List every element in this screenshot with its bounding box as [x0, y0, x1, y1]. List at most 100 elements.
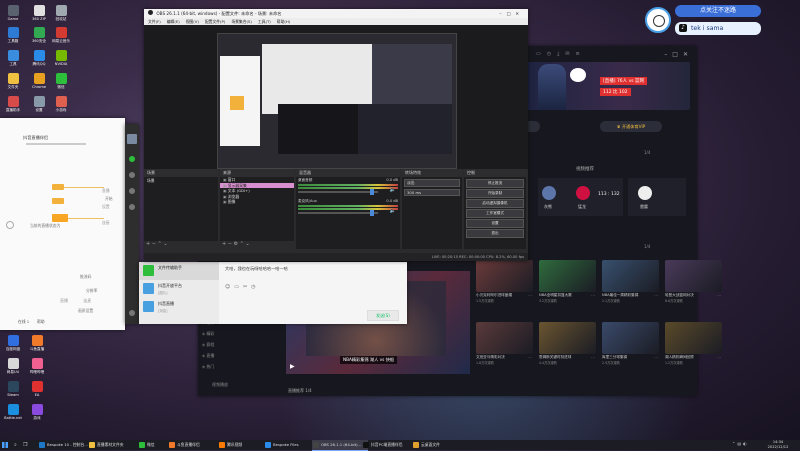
- task-view-icon[interactable]: ❐: [23, 442, 27, 448]
- desktop-icon[interactable]: 哔哩哔哩: [26, 358, 48, 374]
- add-source-icon[interactable]: +: [222, 241, 226, 247]
- desktop-icon[interactable]: 百度网盘: [2, 335, 24, 351]
- video-card[interactable]: ⋯ 哈登大战篮网对决 8.6万次观看: [665, 260, 722, 303]
- obs-menu-item[interactable]: 帮助(H): [277, 19, 290, 24]
- video-card[interactable]: ⋯ 詹姆斯关键时刻进球 4.4万次观看: [539, 322, 596, 365]
- move-down-icon[interactable]: ⌄: [163, 241, 167, 247]
- video-card[interactable]: ⋯ 湖人精彩瞬间回顾 1.2万次观看: [665, 322, 722, 365]
- emoji-icon[interactable]: ☺: [225, 284, 234, 290]
- obs-menu-item[interactable]: 视图(V): [186, 19, 199, 24]
- tv-icon[interactable]: ▭: [536, 51, 547, 57]
- desktop-icon[interactable]: Chrome: [28, 73, 50, 89]
- obs-control-button[interactable]: 退出: [466, 229, 524, 238]
- video-more-icon[interactable]: ⋯: [528, 293, 532, 298]
- video-card[interactable]: ⋯ 小贝克利阿尔进球盖帽 1.5万次观看: [476, 260, 533, 303]
- close-icon[interactable]: ✕: [515, 11, 524, 16]
- flow-node-1[interactable]: [52, 184, 64, 190]
- hero-banner[interactable]: [直播] 76人 vs 篮网 112 比 102: [520, 62, 690, 110]
- desktop-icon[interactable]: 游戏: [26, 404, 48, 420]
- obs-menu-item[interactable]: 工具(T): [258, 19, 271, 24]
- companion-step[interactable]: 设置: [102, 204, 110, 210]
- video-more-icon[interactable]: ⋯: [528, 355, 532, 360]
- desktop-icon[interactable]: 小游戏: [50, 96, 72, 112]
- message-icon[interactable]: ✉: [565, 51, 575, 57]
- folder-icon[interactable]: ▭: [234, 284, 243, 290]
- close-icon[interactable]: ✕: [683, 51, 693, 58]
- transition-duration[interactable]: 300 ms: [404, 189, 460, 196]
- menu-icon[interactable]: ≡: [576, 51, 586, 57]
- flow-node-2[interactable]: [52, 198, 64, 204]
- taskbar-app-button[interactable]: 斗鱼直播伴侣: [168, 440, 224, 450]
- desktop-icon[interactable]: 微信: [50, 73, 72, 89]
- chat-list-item[interactable]: 抖音开放平台 [图片]: [139, 280, 219, 298]
- desktop-icon[interactable]: 腾讯QQ: [28, 50, 50, 66]
- desktop-icon[interactable]: 网易UU: [2, 358, 24, 374]
- footer-live-button[interactable]: 直播: [60, 298, 68, 303]
- sports-sidebar-item[interactable]: ◆ 热门: [202, 361, 242, 372]
- chat-list-item[interactable]: 抖音直播 [消息]: [139, 298, 219, 316]
- send-button[interactable]: 发送(S): [367, 310, 399, 321]
- obs-control-button[interactable]: 停止推流: [466, 179, 524, 188]
- move-up-icon[interactable]: ⌃: [158, 241, 162, 247]
- game-card-2[interactable]: 雷霆: [628, 178, 686, 216]
- scissors-icon[interactable]: ✂: [243, 284, 251, 290]
- taskbar-app-button[interactable]: 云桌面文件: [412, 440, 468, 450]
- companion-help[interactable]: 帮助: [37, 319, 45, 325]
- obs-control-button[interactable]: 启动虚拟摄像机: [466, 199, 524, 208]
- video-card[interactable]: ⋯ NBA最佳一周精彩集锦 2.1万次观看: [602, 260, 659, 303]
- taskbar-app-button[interactable]: 直播素材文件夹: [88, 440, 144, 450]
- video-more-icon[interactable]: ⋯: [654, 293, 658, 298]
- video-more-icon[interactable]: ⋯: [591, 355, 595, 360]
- volume-icon[interactable]: ◐: [743, 441, 749, 446]
- desktop-icon[interactable]: 回收站: [50, 5, 72, 21]
- desktop-icon[interactable]: Steam: [2, 381, 24, 397]
- move-up-icon[interactable]: ⌃: [240, 241, 244, 247]
- desktop-icon[interactable]: Battle.net: [2, 404, 24, 420]
- flow-node-3[interactable]: [52, 214, 68, 222]
- desktop-icon[interactable]: NVIDIA: [50, 50, 72, 66]
- avatar[interactable]: [127, 134, 137, 144]
- desktop-icon[interactable]: 工具箱: [2, 27, 24, 43]
- obs-menu-item[interactable]: 配置文件(P): [205, 19, 225, 24]
- settings-icon[interactable]: [129, 310, 135, 316]
- desktop-icon[interactable]: 360安全: [28, 27, 50, 43]
- sports-sidebar-item[interactable]: ◆ 直播: [202, 350, 242, 361]
- remove-scene-icon[interactable]: −: [152, 241, 156, 247]
- maximize-icon[interactable]: □: [672, 51, 683, 58]
- taskbar-app-button[interactable]: 抖音PC端直播伴侣: [362, 440, 418, 450]
- obs-control-button[interactable]: 开始录制: [466, 189, 524, 198]
- volume-slider[interactable]: [298, 210, 378, 216]
- desktop-icon[interactable]: 360 ZIP: [28, 5, 50, 21]
- desktop-icon[interactable]: 设置: [28, 96, 50, 112]
- companion-step[interactable]: 直播: [102, 188, 110, 194]
- game-card-1[interactable]: 灰熊 猛龙 113 : 132: [538, 178, 623, 216]
- source-settings-icon[interactable]: ⚙: [234, 241, 238, 247]
- move-down-icon[interactable]: ⌄: [245, 241, 249, 247]
- video-more-icon[interactable]: ⋯: [591, 293, 595, 298]
- sports-sidebar-item[interactable]: ◆ 赛程: [202, 339, 242, 350]
- remove-source-icon[interactable]: −: [228, 241, 232, 247]
- chat-icon[interactable]: [129, 156, 135, 162]
- info-icon[interactable]: [6, 221, 14, 229]
- obs-menu-item[interactable]: 文件(F): [148, 19, 161, 24]
- favorites-icon[interactable]: [129, 188, 135, 194]
- transition-select[interactable]: 淡出: [404, 179, 460, 187]
- start-button[interactable]: [2, 442, 8, 448]
- volume-slider-handle[interactable]: [370, 189, 374, 195]
- add-scene-icon[interactable]: +: [146, 241, 150, 247]
- volume-slider-handle[interactable]: [370, 210, 374, 216]
- obs-menu-item[interactable]: 场景集合(S): [231, 19, 252, 24]
- clock[interactable]: 14:34 2022/12/12: [762, 440, 794, 449]
- obs-preview[interactable]: [144, 25, 528, 169]
- contacts-icon[interactable]: [129, 172, 135, 178]
- obs-menu-item[interactable]: 编辑(E): [167, 19, 180, 24]
- search-icon[interactable]: ⌕: [14, 442, 17, 448]
- obs-control-button[interactable]: 设置: [466, 219, 524, 228]
- companion-step[interactable]: 连接: [102, 220, 110, 226]
- speaker-icon[interactable]: 🔈: [390, 208, 396, 214]
- taskbar-app-button[interactable]: Bespoke Files: [264, 440, 318, 450]
- play-icon[interactable]: ▶: [290, 363, 295, 370]
- video-more-icon[interactable]: ⋯: [654, 355, 658, 360]
- footer-link-button[interactable]: 连麦: [83, 298, 91, 303]
- video-more-icon[interactable]: ⋯: [717, 293, 721, 298]
